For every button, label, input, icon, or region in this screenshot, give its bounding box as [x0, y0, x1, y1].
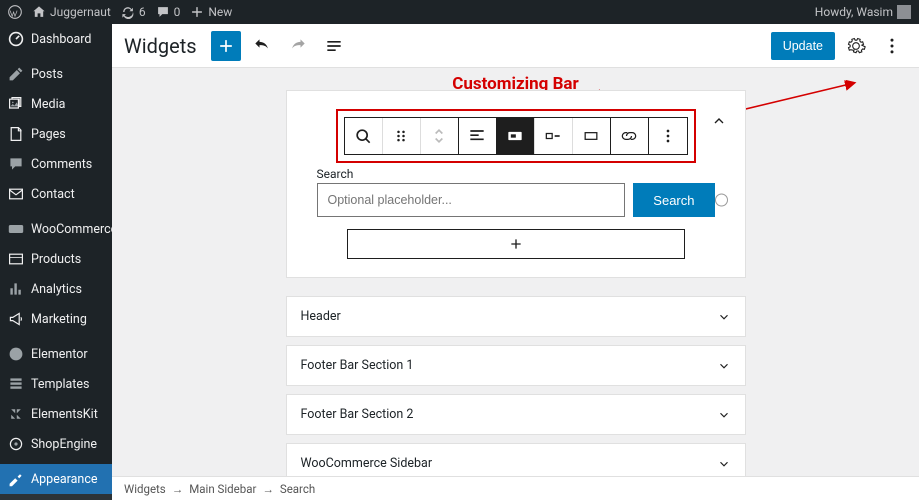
avatar [897, 5, 911, 19]
list-view-button[interactable] [319, 31, 349, 61]
search-submit-button[interactable]: Search [633, 183, 714, 217]
sidebar-item-analytics[interactable]: Analytics [0, 274, 112, 304]
sidebar-item-media[interactable]: Media [0, 89, 112, 119]
sidebar-item-products[interactable]: Products [0, 244, 112, 274]
toolbar-icon-button[interactable] [535, 118, 573, 154]
block-toolbar [344, 117, 688, 155]
toolbar-drag-handle[interactable] [383, 118, 421, 154]
chevron-down-icon [717, 408, 731, 422]
add-block-button[interactable] [211, 31, 241, 61]
search-placeholder-input[interactable] [317, 183, 626, 217]
toolbar-more-button[interactable] [649, 118, 687, 154]
breadcrumb-item[interactable]: Widgets [124, 482, 166, 496]
sidebar-item-appearance[interactable]: Appearance [0, 464, 112, 494]
appearance-submenu: Themes Customize Widgets [0, 494, 112, 500]
sidebar-item-dashboard[interactable]: Dashboard [0, 24, 112, 54]
toolbar-align-button[interactable] [459, 118, 497, 154]
site-link[interactable]: Juggernaut [32, 5, 111, 19]
chevron-down-icon [717, 310, 731, 324]
widget-areas-list: Header Footer Bar Section 1 Footer Bar S… [286, 296, 746, 476]
sidebar-item-templates[interactable]: Templates [0, 369, 112, 399]
page-title: Widgets [124, 34, 197, 58]
block-breadcrumb: Widgets→ Main Sidebar→ Search [112, 476, 919, 500]
widget-area-footer2[interactable]: Footer Bar Section 2 [286, 394, 746, 435]
sidebar-item-contact[interactable]: Contact [0, 179, 112, 209]
breadcrumb-item[interactable]: Search [280, 482, 315, 496]
sidebar-item-elementor[interactable]: Elementor [0, 339, 112, 369]
resize-handle[interactable] [715, 194, 728, 207]
editor-main: Widgets Update Customizing Bar [112, 24, 919, 500]
new-link[interactable]: New [190, 5, 232, 19]
undo-button[interactable] [247, 31, 277, 61]
sidebar-item-marketing[interactable]: Marketing [0, 304, 112, 334]
settings-button[interactable] [841, 31, 871, 61]
breadcrumb-item[interactable]: Main Sidebar [189, 482, 256, 496]
sidebar-item-comments[interactable]: Comments [0, 149, 112, 179]
updates-link[interactable]: 6 [121, 5, 146, 19]
sidebar-item-woocommerce[interactable]: WooCommerce [0, 214, 112, 244]
sidebar-item-elementskit[interactable]: ElementsKit [0, 399, 112, 429]
admin-bar: Juggernaut 6 0 New Howdy, Wasim [0, 0, 919, 24]
update-button[interactable]: Update [771, 32, 835, 60]
toolbar-label-button-active[interactable] [497, 118, 535, 154]
widget-area-footer1[interactable]: Footer Bar Section 1 [286, 345, 746, 386]
toolbar-width-button[interactable] [573, 118, 611, 154]
options-button[interactable] [877, 31, 907, 61]
chevron-down-icon [717, 457, 731, 471]
add-block-appender[interactable] [347, 229, 685, 259]
comments-link[interactable]: 0 [156, 5, 181, 19]
annotation-highlight-box [336, 109, 696, 163]
sidebar-item-shopengine[interactable]: ShopEngine [0, 429, 112, 459]
toolbar-move-buttons[interactable] [421, 118, 459, 154]
wp-logo[interactable] [8, 5, 22, 19]
widget-area-header[interactable]: Header [286, 296, 746, 337]
toolbar-link-button[interactable] [611, 118, 649, 154]
admin-sidebar: Dashboard Posts Media Pages Comments Con… [0, 24, 112, 500]
chevron-down-icon [717, 359, 731, 373]
editor-canvas: Customizing Bar [112, 68, 919, 476]
sidebar-item-pages[interactable]: Pages [0, 119, 112, 149]
widget-area-panel-expanded: Search Search [286, 90, 746, 278]
toolbar-block-type-button[interactable] [345, 118, 383, 154]
editor-header: Widgets Update [112, 24, 919, 68]
search-field-label: Search [317, 167, 715, 181]
howdy-link[interactable]: Howdy, Wasim [815, 5, 911, 19]
redo-button[interactable] [283, 31, 313, 61]
widget-area-woocommerce[interactable]: WooCommerce Sidebar [286, 443, 746, 476]
sidebar-item-posts[interactable]: Posts [0, 59, 112, 89]
